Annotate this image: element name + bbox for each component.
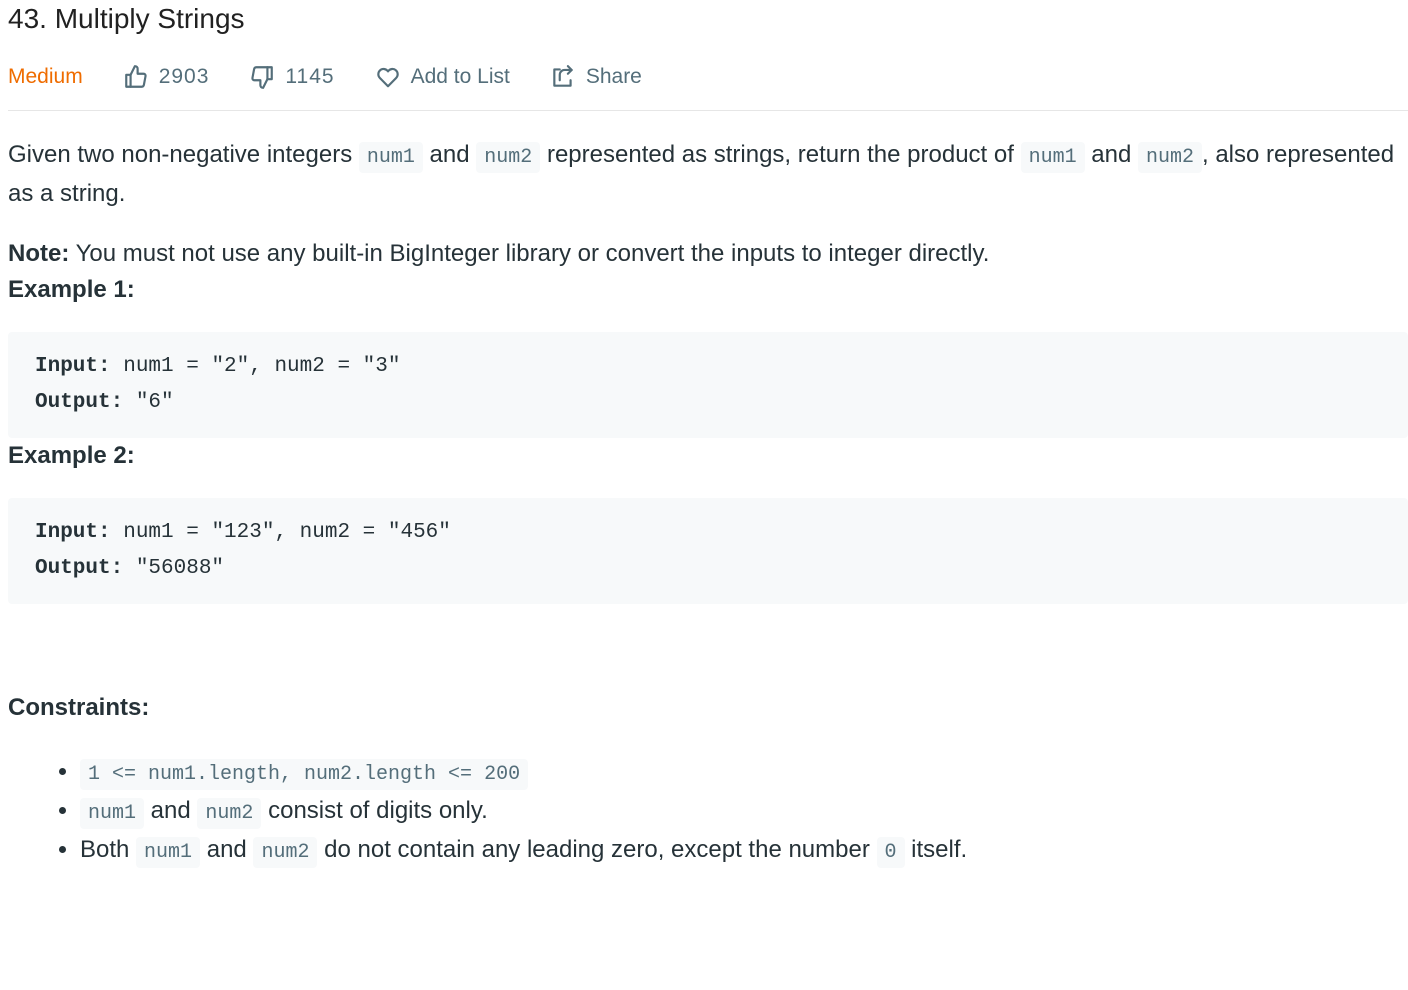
- description-text: Given two non-negative integers: [8, 141, 359, 168]
- inline-code-num1: num1: [80, 798, 145, 829]
- thumbs-up-icon: [124, 65, 147, 88]
- like-button[interactable]: 2903: [123, 64, 210, 90]
- inline-code-num2: num2: [197, 798, 262, 829]
- constraint-text: itself.: [904, 836, 968, 863]
- constraint-item: Both num1 and num2 do not contain any le…: [80, 832, 1408, 871]
- share-label: Share: [585, 65, 642, 88]
- add-to-list-button[interactable]: Add to List: [375, 64, 510, 90]
- inline-code-zero: 0: [876, 837, 905, 868]
- thumbs-down-icon: [251, 66, 274, 89]
- description-text: represented as strings, return the produ…: [540, 141, 1021, 168]
- constraint-item: 1 <= num1.length, num2.length <= 200: [80, 754, 1408, 793]
- share-button[interactable]: Share: [550, 64, 642, 90]
- problem-description: Given two non-negative integers num1 and…: [8, 137, 1408, 212]
- difficulty-label: Medium: [8, 65, 83, 88]
- inline-code-num2: num2: [476, 142, 541, 173]
- inline-code-num1: num1: [358, 142, 423, 173]
- constraint-item: num1 and num2 consist of digits only.: [80, 793, 1408, 832]
- output-label: Output:: [35, 557, 124, 580]
- output-value: "56088": [123, 557, 225, 580]
- heart-icon: [376, 67, 399, 88]
- problem-note: Note: You must not use any built-in BigI…: [8, 236, 1408, 272]
- dislike-button[interactable]: 1145: [249, 64, 334, 90]
- input-label: Input:: [35, 521, 111, 544]
- like-count: 2903: [158, 65, 210, 88]
- constraint-text: Both: [80, 836, 137, 863]
- header-divider: [8, 110, 1408, 111]
- constraint-text: consist of digits only.: [261, 797, 488, 824]
- share-icon: [553, 65, 573, 87]
- dislike-count: 1145: [285, 65, 335, 88]
- constraint-text: do not contain any leading zero, except …: [317, 836, 877, 863]
- problem-panel: 43. Multiply Strings Medium 2903 1145 Ad…: [8, 0, 1408, 871]
- output-value: "6": [123, 391, 174, 414]
- note-text: You must not use any built-in BigInteger…: [69, 240, 990, 267]
- inline-code-num2: num2: [1137, 142, 1202, 173]
- constraint-text: and: [200, 836, 254, 863]
- inline-code-num1: num1: [1020, 142, 1085, 173]
- description-text: and: [1084, 141, 1138, 168]
- note-label: Note:: [8, 240, 70, 267]
- example-2-heading: Example 2:: [8, 442, 135, 469]
- example-1-block: Input: num1 = "2", num2 = "3" Output: "6…: [8, 332, 1408, 438]
- constraint-text: and: [144, 797, 198, 824]
- constraints-list: 1 <= num1.length, num2.length <= 200 num…: [8, 754, 1408, 871]
- input-value: num1 = "123", num2 = "456": [110, 521, 451, 544]
- constraints-heading: Constraints:: [8, 694, 150, 721]
- inline-code: 1 <= num1.length, num2.length <= 200: [80, 759, 529, 790]
- inline-code-num1: num1: [136, 837, 201, 868]
- problem-title: 43. Multiply Strings: [8, 3, 245, 34]
- input-value: num1 = "2", num2 = "3": [110, 355, 401, 378]
- description-text: and: [422, 141, 477, 168]
- output-label: Output:: [35, 391, 124, 414]
- example-1-heading: Example 1:: [8, 276, 135, 303]
- example-2-block: Input: num1 = "123", num2 = "456" Output…: [8, 498, 1408, 604]
- input-label: Input:: [35, 355, 111, 378]
- inline-code-num2: num2: [253, 837, 318, 868]
- problem-meta-bar: Medium 2903 1145 Add to List Share: [8, 54, 1408, 100]
- add-to-list-label: Add to List: [410, 65, 510, 88]
